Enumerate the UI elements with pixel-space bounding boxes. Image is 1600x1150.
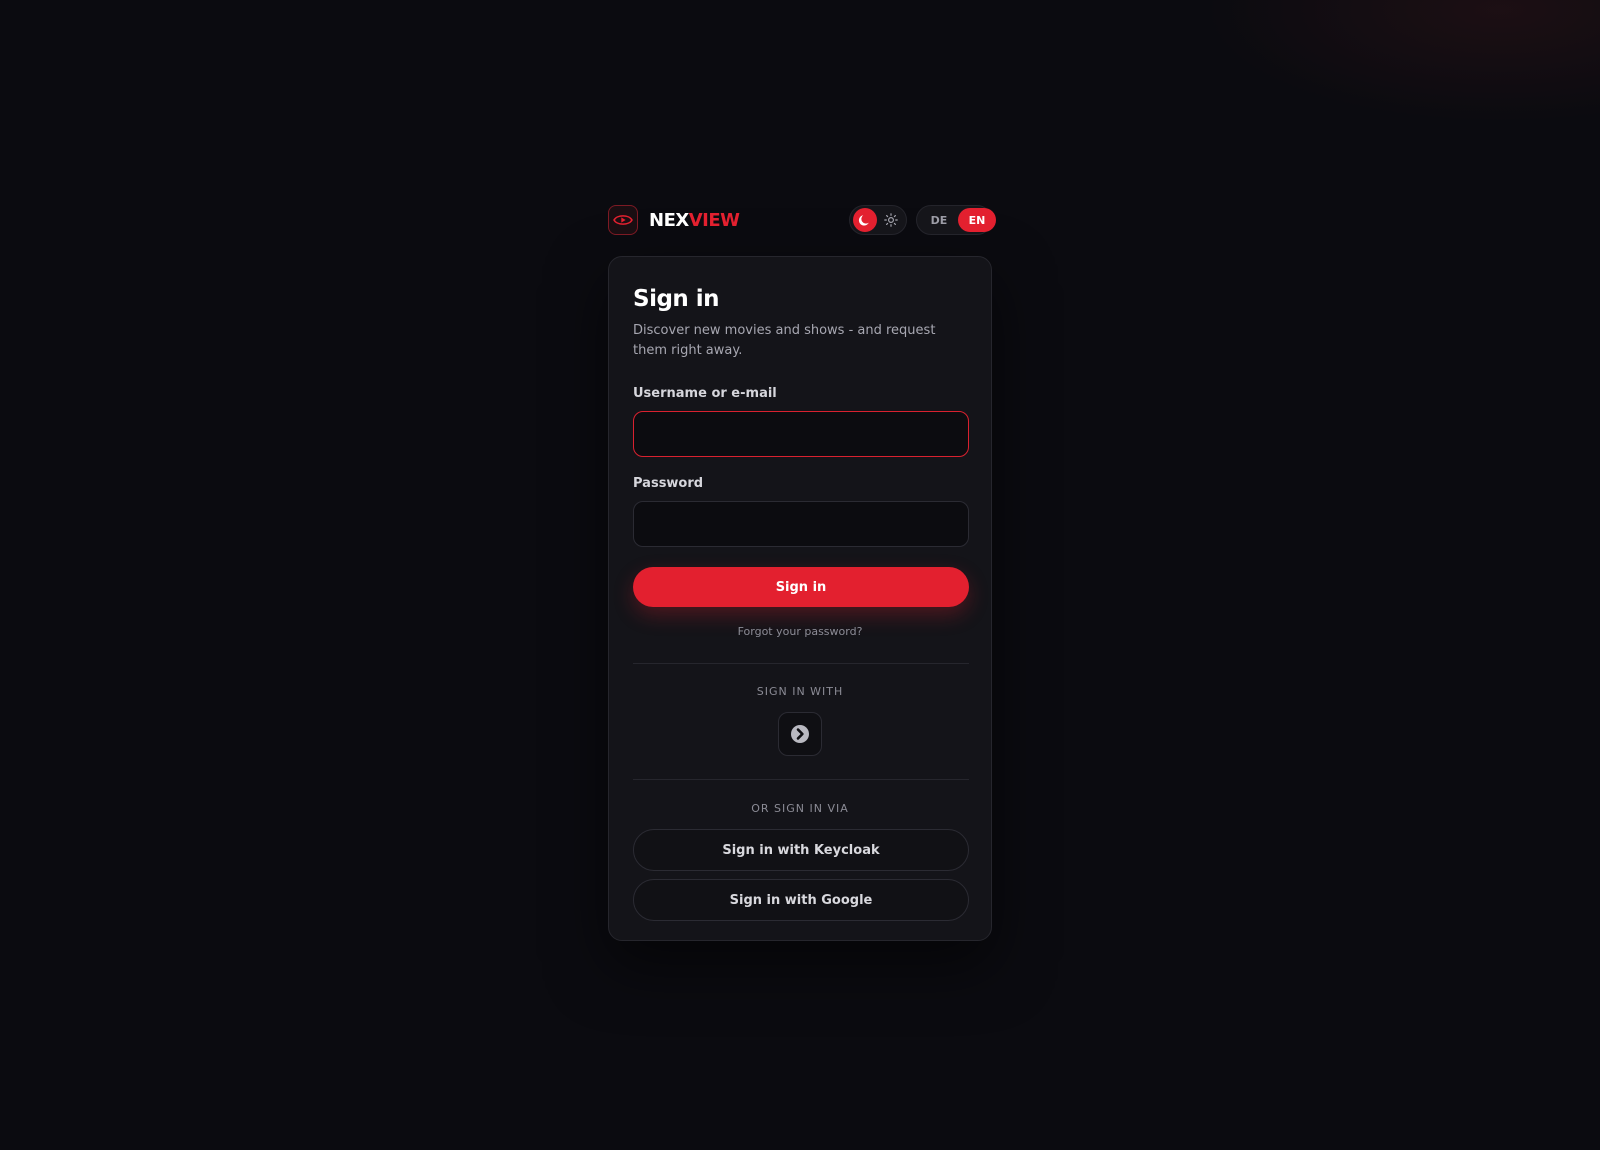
password-label: Password (633, 476, 704, 491)
lang-en-button[interactable]: EN (958, 208, 996, 232)
divider (633, 663, 969, 664)
chevron-right-circle-icon (791, 725, 809, 743)
keycloak-sign-in-button[interactable]: Sign in with Keycloak (633, 829, 969, 871)
brand-name-part1: NEX (649, 209, 689, 231)
theme-toggle[interactable] (849, 205, 907, 235)
divider (633, 779, 969, 780)
sign-in-button[interactable]: Sign in (633, 567, 969, 607)
eye-play-icon (608, 205, 638, 235)
header-controls: DE EN (849, 205, 996, 235)
password-input[interactable] (633, 501, 969, 547)
lang-de-button[interactable]: DE (920, 208, 958, 232)
dark-theme-button[interactable] (853, 208, 877, 232)
or-sign-in-via-label: OR SIGN IN VIA (751, 802, 849, 815)
page-subtitle: Discover new movies and shows - and requ… (633, 323, 936, 358)
provider-icon-button[interactable] (778, 712, 822, 756)
login-container: NEXVIEW DE EN Sign in Discover new movie… (608, 203, 996, 941)
light-theme-button[interactable] (879, 208, 903, 232)
brand-name: NEXVIEW (649, 210, 740, 231)
page-background: NEXVIEW DE EN Sign in Discover new movie… (0, 0, 1600, 1150)
top-bar: NEXVIEW DE EN (608, 203, 996, 237)
login-card: Sign in Discover new movies and shows - … (608, 256, 992, 941)
language-toggle[interactable]: DE EN (916, 205, 996, 235)
forgot-password-link[interactable]: Forgot your password? (633, 624, 967, 640)
brand-name-part2: VIEW (688, 209, 740, 231)
google-sign-in-button[interactable]: Sign in with Google (633, 879, 969, 921)
username-label: Username or e-mail (633, 386, 777, 401)
moon-icon (858, 215, 869, 226)
username-input[interactable] (633, 411, 969, 457)
page-title: Sign in (633, 286, 720, 312)
brand[interactable]: NEXVIEW (608, 205, 740, 235)
sign-in-with-label: SIGN IN WITH (756, 685, 844, 698)
sun-icon (884, 213, 898, 227)
